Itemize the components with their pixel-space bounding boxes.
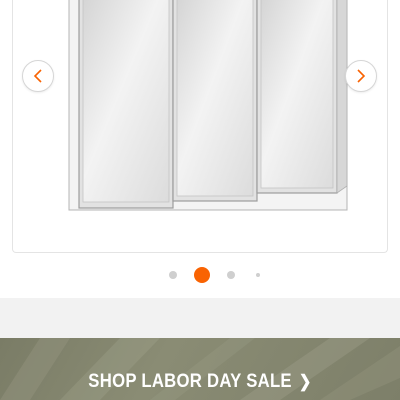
carousel-dot[interactable]	[169, 271, 177, 279]
section-divider	[0, 298, 400, 338]
product-image[interactable]	[13, 0, 389, 253]
carousel-dot[interactable]	[256, 273, 260, 277]
carousel-next-button[interactable]	[345, 60, 377, 92]
carousel-prev-button[interactable]	[22, 60, 54, 92]
promo-text: SHOP LABOR DAY SALE	[88, 371, 292, 392]
carousel-dot[interactable]	[227, 271, 235, 279]
product-image-carousel	[12, 0, 388, 253]
chevron-right-icon: ❯	[298, 372, 312, 391]
chevron-left-icon	[33, 69, 42, 83]
carousel-pagination	[0, 266, 400, 284]
carousel-dot-active[interactable]	[194, 267, 210, 283]
promo-label: SHOP LABOR DAY SALE ❯	[24, 371, 376, 393]
chevron-right-icon	[357, 69, 366, 83]
labor-day-sale-banner[interactable]: SHOP LABOR DAY SALE ❯	[0, 338, 400, 400]
